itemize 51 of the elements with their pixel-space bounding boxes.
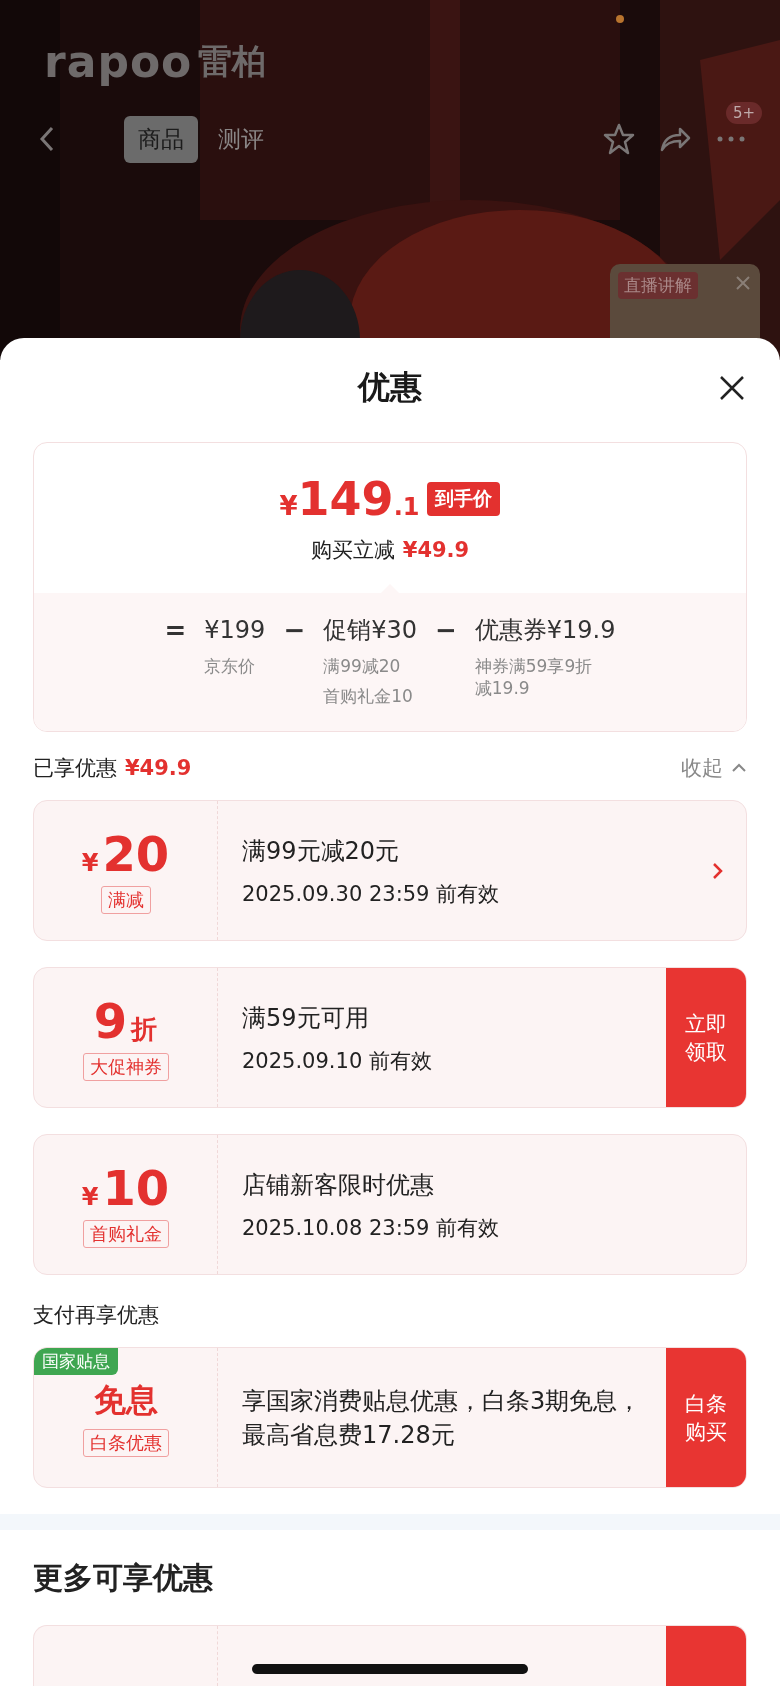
claim-button[interactable]: 立即领取 bbox=[666, 968, 746, 1107]
star-icon[interactable] bbox=[602, 122, 636, 156]
chevron-up-icon bbox=[731, 763, 747, 773]
coupon-value: 免息 bbox=[93, 1379, 158, 1421]
final-price: ¥149.1 bbox=[279, 472, 420, 526]
coupon-value: 9 bbox=[93, 994, 128, 1047]
coupon-value: 20 bbox=[102, 827, 170, 880]
coupon-tag: 白条优惠 bbox=[82, 1428, 169, 1457]
sheet-title: 优惠 bbox=[358, 367, 422, 408]
status-dot bbox=[616, 15, 624, 23]
section-label: 已享优惠 bbox=[33, 755, 117, 782]
price-term: 促销¥30 bbox=[323, 615, 417, 646]
price-label: 到手价 bbox=[427, 482, 501, 516]
chevron-right-icon[interactable] bbox=[712, 861, 724, 880]
price-term: ¥199 bbox=[204, 615, 266, 646]
savings-label: 购买立减 bbox=[310, 538, 395, 562]
collapse-button[interactable]: 收起 bbox=[681, 754, 747, 782]
coupon-expiry: 2025.09.10 前有效 bbox=[242, 1047, 433, 1075]
currency-sign: ¥ bbox=[81, 1182, 99, 1211]
operator: − bbox=[435, 614, 457, 647]
corner-tag: 国家贴息 bbox=[34, 1348, 118, 1375]
brand-name: 雷柏 bbox=[198, 39, 267, 83]
savings-amount: ¥49.9 bbox=[402, 538, 470, 562]
close-icon[interactable] bbox=[718, 374, 746, 402]
coupon-expiry: 2025.09.30 23:59 前有效 bbox=[242, 880, 501, 908]
coupon-title: 店铺新客限时优惠 bbox=[242, 1169, 435, 1201]
coupon-title: 满99元减20元 bbox=[242, 835, 401, 867]
coupon-value: 10 bbox=[102, 1161, 170, 1214]
section-title: 更多可享优惠 bbox=[33, 1559, 214, 1597]
term-note: 满99减20 bbox=[323, 655, 402, 677]
coupon-tag: 满减 bbox=[100, 885, 151, 914]
coupon-title: 满59元可用 bbox=[242, 1002, 370, 1034]
brand-logo: rapoo bbox=[44, 36, 193, 87]
coupon-title: 享国家消费贴息优惠，白条3期免息，最高省息费17.28元 bbox=[242, 1385, 642, 1451]
live-label: 直播讲解 bbox=[618, 272, 698, 299]
discount-unit: 折 bbox=[131, 1012, 158, 1046]
section-amount: ¥49.9 bbox=[125, 756, 192, 780]
tab[interactable]: 商品 bbox=[124, 115, 198, 163]
tab[interactable]: 测评 bbox=[204, 115, 278, 163]
section-label: 支付再享优惠 bbox=[33, 1302, 159, 1329]
term-note: 神券满59享9折减19.9 bbox=[474, 655, 594, 699]
currency-sign: ¥ bbox=[81, 848, 99, 877]
coupon-tag: 大促神券 bbox=[82, 1052, 169, 1081]
coupon-expiry: 2025.10.08 23:59 前有效 bbox=[242, 1214, 501, 1242]
claim-button[interactable]: 白条购买 bbox=[666, 1348, 746, 1487]
price-term: 优惠券¥19.9 bbox=[474, 615, 616, 646]
operator: − bbox=[283, 614, 306, 647]
term-note: 首购礼金10 bbox=[323, 685, 414, 707]
operator: = bbox=[164, 614, 187, 647]
term-note: 京东价 bbox=[204, 655, 257, 677]
coupon-tag: 首购礼金 bbox=[82, 1219, 169, 1248]
